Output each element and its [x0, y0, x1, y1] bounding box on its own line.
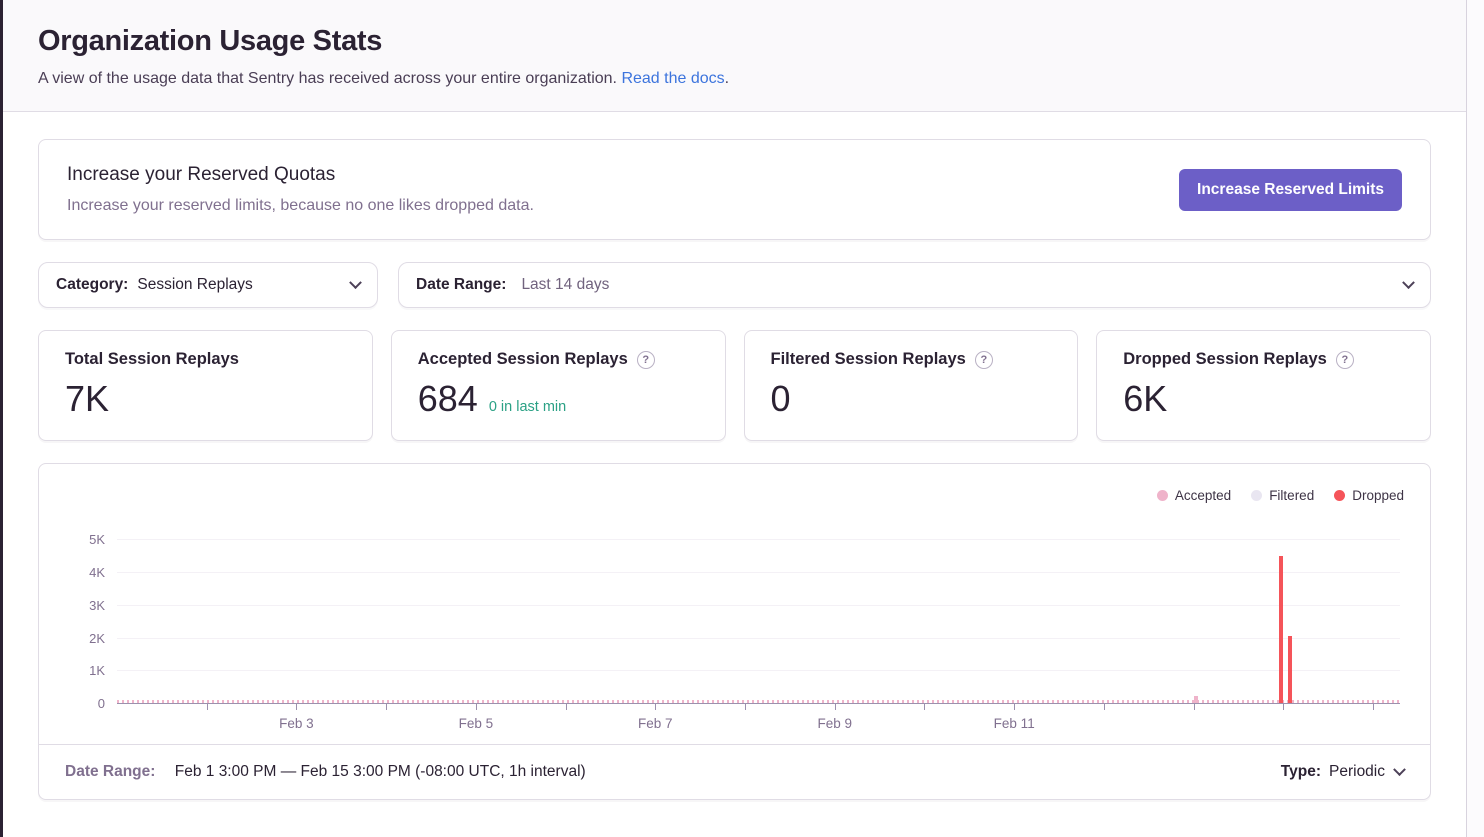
- chart-date-range-info: Date Range: Feb 1 3:00 PM — Feb 15 3:00 …: [65, 763, 586, 781]
- stat-cards-row: Total Session Replays 7K Accepted Sessio…: [38, 330, 1431, 441]
- legend-dot-accepted-icon: [1157, 490, 1168, 501]
- dropped-bar: [1279, 556, 1283, 703]
- help-question-icon[interactable]: ?: [1336, 351, 1354, 369]
- category-value: Session Replays: [137, 276, 252, 294]
- date-range-label: Date Range:: [416, 276, 506, 294]
- chart-date-range-label: Date Range:: [65, 763, 155, 780]
- x-axis-tick-label: Feb 5: [459, 716, 494, 731]
- page-subtitle: A view of the usage data that Sentry has…: [38, 70, 1431, 88]
- stat-card-title: Filtered Session Replays: [771, 350, 966, 369]
- legend-label: Filtered: [1269, 488, 1314, 503]
- chart-legend: Accepted Filtered Dropped: [65, 484, 1404, 506]
- gridline: [117, 572, 1400, 573]
- y-axis-tick-label: 5K: [65, 532, 105, 547]
- scrollbar-gutter[interactable]: [1467, 0, 1484, 837]
- legend-item-filtered[interactable]: Filtered: [1251, 488, 1314, 503]
- category-dropdown[interactable]: Category: Session Replays: [38, 262, 378, 308]
- stat-card-total: Total Session Replays 7K: [38, 330, 373, 441]
- x-axis-tick-label: Feb 3: [279, 716, 314, 731]
- stat-card-dropped: Dropped Session Replays ? 6K: [1096, 330, 1431, 441]
- usage-chart-panel: Accepted Filtered Dropped 01K2K3K4K5K Fe…: [38, 463, 1431, 800]
- page-subtitle-period: .: [725, 70, 729, 87]
- help-question-icon[interactable]: ?: [637, 351, 655, 369]
- stat-card-trend: 0 in last min: [489, 399, 566, 415]
- stat-card-value: 7K: [65, 381, 109, 417]
- help-question-icon[interactable]: ?: [975, 351, 993, 369]
- reserved-quota-subtitle: Increase your reserved limits, because n…: [67, 197, 534, 215]
- legend-dot-dropped-icon: [1334, 490, 1345, 501]
- reserved-quota-title: Increase your Reserved Quotas: [67, 164, 534, 186]
- y-axis-tick-label: 3K: [65, 598, 105, 613]
- page-header: Organization Usage Stats A view of the u…: [3, 0, 1466, 112]
- chart-plot-outer: 01K2K3K4K5K Feb 3 Feb 5 Feb 7 Feb 9 Feb 11: [117, 524, 1400, 744]
- y-axis-tick-label: 2K: [65, 631, 105, 646]
- gridline: [117, 539, 1400, 540]
- legend-dot-filtered-icon: [1251, 490, 1262, 501]
- chart-plot-area: 01K2K3K4K5K: [117, 524, 1400, 704]
- chart-type-dropdown[interactable]: Type: Periodic: [1281, 763, 1404, 781]
- chart-type-value: Periodic: [1329, 763, 1385, 781]
- chart-type-label: Type:: [1281, 763, 1321, 781]
- increase-reserved-limits-button[interactable]: Increase Reserved Limits: [1179, 169, 1402, 211]
- chevron-down-icon[interactable]: [1393, 763, 1406, 776]
- stat-card-value: 0: [771, 381, 791, 417]
- stat-card-title: Total Session Replays: [65, 350, 239, 369]
- x-axis-tick-label: Feb 11: [994, 716, 1035, 731]
- legend-label: Dropped: [1352, 488, 1404, 503]
- stat-card-value: 6K: [1123, 381, 1167, 417]
- accepted-bar: [1194, 696, 1198, 703]
- page-title: Organization Usage Stats: [38, 25, 1431, 58]
- y-axis-tick-label: 0: [65, 696, 105, 711]
- y-axis-tick-label: 1K: [65, 663, 105, 678]
- x-axis-tick-label: Feb 7: [638, 716, 673, 731]
- date-range-value: Last 14 days: [521, 276, 609, 294]
- category-label: Category:: [56, 276, 128, 294]
- main-content: Increase your Reserved Quotas Increase y…: [3, 112, 1466, 800]
- date-range-dropdown[interactable]: Date Range: Last 14 days: [398, 262, 1431, 308]
- usage-stats-page: Organization Usage Stats A view of the u…: [3, 0, 1467, 837]
- legend-item-dropped[interactable]: Dropped: [1334, 488, 1404, 503]
- read-the-docs-link[interactable]: Read the docs: [621, 70, 724, 87]
- chevron-down-icon[interactable]: [1402, 276, 1415, 289]
- stat-card-accepted: Accepted Session Replays ? 684 0 in last…: [391, 330, 726, 441]
- stat-card-title: Accepted Session Replays: [418, 350, 628, 369]
- stat-card-title: Dropped Session Replays: [1123, 350, 1327, 369]
- stat-card-value: 684: [418, 381, 478, 417]
- reserved-quota-text: Increase your Reserved Quotas Increase y…: [67, 164, 534, 215]
- chart-date-range-value: Feb 1 3:00 PM — Feb 15 3:00 PM (-08:00 U…: [175, 763, 586, 780]
- dropped-bar: [1288, 636, 1292, 703]
- legend-item-accepted[interactable]: Accepted: [1157, 488, 1231, 503]
- gridline: [117, 670, 1400, 671]
- chevron-down-icon[interactable]: [349, 276, 362, 289]
- stat-card-filtered: Filtered Session Replays ? 0: [744, 330, 1079, 441]
- gridline: [117, 605, 1400, 606]
- filter-row: Category: Session Replays Date Range: La…: [38, 262, 1431, 308]
- chart-x-axis-labels: Feb 3 Feb 5 Feb 7 Feb 9 Feb 11: [117, 704, 1400, 744]
- reserved-quota-banner: Increase your Reserved Quotas Increase y…: [38, 139, 1431, 240]
- page-subtitle-text: A view of the usage data that Sentry has…: [38, 70, 617, 87]
- chart-controls-footer: Date Range: Feb 1 3:00 PM — Feb 15 3:00 …: [39, 744, 1430, 799]
- accepted-trickle-series: [117, 700, 1400, 703]
- legend-label: Accepted: [1175, 488, 1231, 503]
- usage-chart: Accepted Filtered Dropped 01K2K3K4K5K Fe…: [39, 464, 1430, 744]
- gridline: [117, 638, 1400, 639]
- y-axis-tick-label: 4K: [65, 565, 105, 580]
- x-axis-tick-label: Feb 9: [817, 716, 852, 731]
